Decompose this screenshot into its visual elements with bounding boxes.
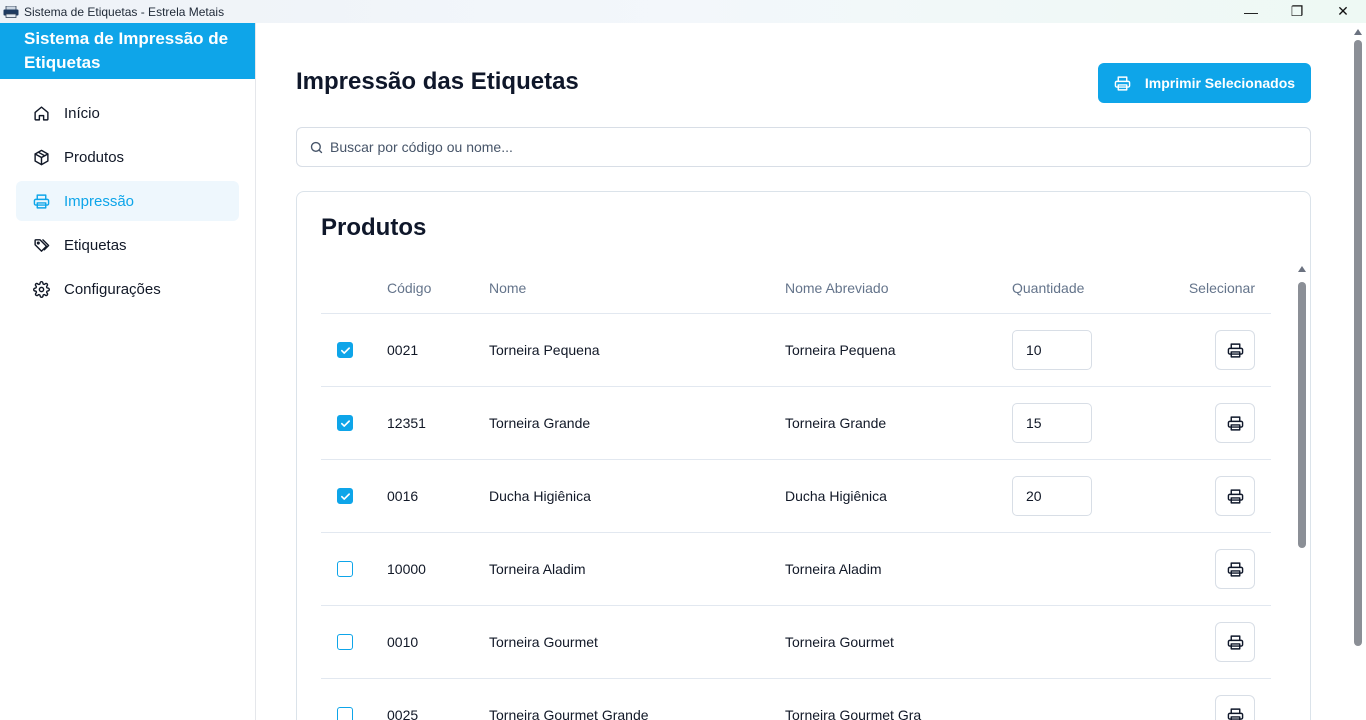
sidebar-item-label: Impressão — [64, 192, 135, 210]
printer-icon — [1227, 415, 1243, 431]
print-selected-button[interactable]: Imprimir Selecionados — [1098, 63, 1311, 103]
printer-icon — [1227, 707, 1243, 720]
search-input[interactable] — [330, 139, 1280, 155]
sidebar-item-label: Produtos — [64, 148, 125, 166]
window-scrollbar-thumb[interactable] — [1354, 40, 1362, 646]
sidebar-item-impressao[interactable]: Impressão — [16, 181, 239, 221]
table-scrollbar[interactable] — [1296, 266, 1308, 720]
row-print-button[interactable] — [1215, 622, 1255, 662]
cell-nome: Torneira Gourmet — [489, 634, 598, 650]
close-button[interactable]: ✕ — [1320, 0, 1366, 23]
table-row: 10000 Torneira Aladim Torneira Aladim — [321, 533, 1271, 606]
page-title: Impressão das Etiquetas — [296, 68, 579, 95]
window-titlebar: Sistema de Etiquetas - Estrela Metais — … — [0, 0, 1366, 23]
cell-codigo: 0010 — [387, 634, 419, 650]
header-selecionar: Selecionar — [1188, 279, 1255, 296]
check-icon — [340, 419, 350, 427]
check-icon — [340, 346, 350, 354]
row-checkbox[interactable] — [337, 342, 353, 358]
search-icon — [309, 140, 324, 155]
row-checkbox[interactable] — [337, 488, 353, 504]
products-card: Produtos Código Nome Nome Abreviado Quan… — [296, 191, 1311, 720]
scroll-up-arrow-icon[interactable] — [1354, 29, 1362, 35]
cell-nome: Torneira Grande — [489, 415, 591, 431]
table-row: 12351 Torneira Grande Torneira Grande — [321, 387, 1271, 460]
row-checkbox[interactable] — [337, 707, 353, 720]
header-nome-abreviado: Nome Abreviado — [785, 279, 889, 296]
sidebar-item-label: Início — [64, 104, 100, 122]
maximize-button[interactable]: ❐ — [1274, 0, 1320, 23]
cell-codigo: 0021 — [387, 342, 419, 358]
main-content: Impressão das Etiquetas Imprimir Selecio… — [256, 23, 1350, 720]
row-print-button[interactable] — [1215, 695, 1255, 720]
sidebar-item-configuracoes[interactable]: Configurações — [16, 269, 239, 309]
cell-nome-abreviado: Torneira Gourmet — [785, 634, 894, 650]
minimize-icon: — — [1244, 3, 1258, 20]
printer-icon — [1227, 488, 1243, 504]
table-scrollbar-thumb[interactable] — [1298, 282, 1306, 548]
printer-icon — [1227, 342, 1243, 358]
box-icon — [32, 148, 50, 166]
restore-icon: ❐ — [1290, 3, 1304, 19]
search-box[interactable] — [296, 127, 1311, 167]
window-title: Sistema de Etiquetas - Estrela Metais — [24, 4, 225, 19]
quantity-input[interactable] — [1012, 330, 1092, 370]
table-header: Código Nome Nome Abreviado Quantidade Se… — [321, 262, 1271, 314]
cell-nome-abreviado: Ducha Higiênica — [785, 488, 887, 504]
sidebar-item-produtos[interactable]: Produtos — [16, 137, 239, 177]
cell-codigo: 12351 — [387, 415, 426, 431]
sidebar: Sistema de Impressão de Etiquetas Início… — [0, 23, 256, 720]
app-printer-icon — [3, 5, 19, 18]
cell-nome-abreviado: Torneira Pequena — [785, 342, 896, 358]
cell-codigo: 0025 — [387, 707, 419, 720]
window-scrollbar[interactable] — [1350, 23, 1366, 720]
printer-icon — [32, 192, 50, 210]
home-icon — [32, 104, 50, 122]
table-row: 0016 Ducha Higiênica Ducha Higiênica — [321, 460, 1271, 533]
quantity-input[interactable] — [1012, 403, 1092, 443]
table-row: 0010 Torneira Gourmet Torneira Gourmet — [321, 606, 1271, 679]
products-table: Código Nome Nome Abreviado Quantidade Se… — [321, 262, 1271, 720]
cell-nome-abreviado: Torneira Gourmet Gra — [785, 707, 922, 720]
row-checkbox[interactable] — [337, 561, 353, 577]
check-icon — [340, 492, 350, 500]
sidebar-item-inicio[interactable]: Início — [16, 93, 239, 133]
sidebar-nav: Início Produtos Impressão Etiquetas Conf… — [0, 79, 255, 309]
sidebar-item-etiquetas[interactable]: Etiquetas — [16, 225, 239, 265]
row-print-button[interactable] — [1215, 476, 1255, 516]
row-print-button[interactable] — [1215, 549, 1255, 589]
tag-icon — [32, 236, 50, 254]
row-checkbox[interactable] — [337, 415, 353, 431]
row-print-button[interactable] — [1215, 403, 1255, 443]
table-row: 0021 Torneira Pequena Torneira Pequena — [321, 314, 1271, 387]
cell-nome-abreviado: Torneira Grande — [785, 415, 887, 431]
gear-icon — [32, 280, 50, 298]
cell-codigo: 10000 — [387, 561, 426, 577]
brand-title: Sistema de Impressão de Etiquetas — [0, 23, 255, 79]
table-row: 0025 Torneira Gourmet Grande Torneira Go… — [321, 679, 1271, 720]
cell-nome: Torneira Pequena — [489, 342, 600, 358]
print-selected-label: Imprimir Selecionados — [1144, 75, 1296, 91]
cell-codigo: 0016 — [387, 488, 419, 504]
cell-nome: Torneira Gourmet Grande — [489, 707, 649, 720]
sidebar-item-label: Etiquetas — [64, 236, 127, 254]
cell-nome: Torneira Aladim — [489, 561, 586, 577]
header-codigo: Código — [387, 279, 432, 296]
row-checkbox[interactable] — [337, 634, 353, 650]
products-title: Produtos — [321, 214, 427, 241]
printer-icon — [1114, 75, 1131, 92]
close-icon: ✕ — [1337, 3, 1349, 19]
cell-nome: Ducha Higiênica — [489, 488, 591, 504]
printer-icon — [1227, 561, 1243, 577]
quantity-input[interactable] — [1012, 476, 1092, 516]
header-nome: Nome — [489, 279, 527, 296]
row-print-button[interactable] — [1215, 330, 1255, 370]
cell-nome-abreviado: Torneira Aladim — [785, 561, 882, 577]
window-controls: — ❐ ✕ — [1228, 0, 1366, 23]
scroll-up-arrow-icon[interactable] — [1298, 266, 1306, 272]
sidebar-item-label: Configurações — [64, 280, 161, 298]
header-quantidade: Quantidade — [1012, 279, 1085, 296]
printer-icon — [1227, 634, 1243, 650]
minimize-button[interactable]: — — [1228, 0, 1274, 23]
